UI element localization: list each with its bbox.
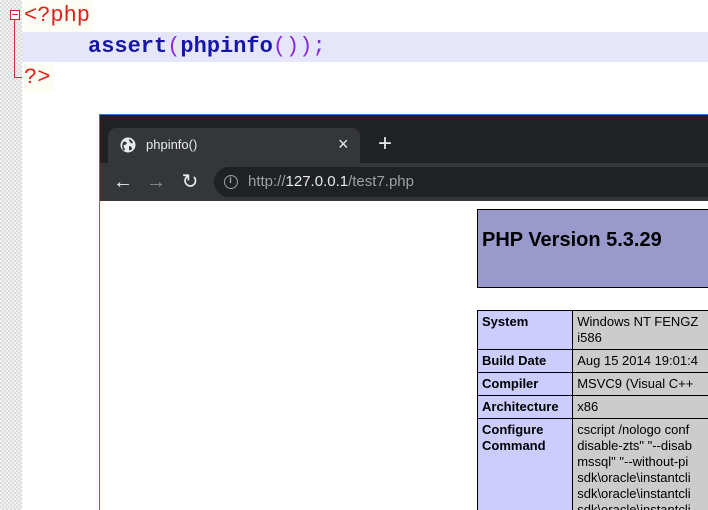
page-title: PHP Version 5.3.29 (482, 229, 662, 251)
php-version-header: PHP Version 5.3.29 (477, 209, 708, 288)
open-paren: ( (167, 34, 181, 59)
info-icon[interactable] (224, 175, 238, 189)
table-row: Build Date Aug 15 2014 19:01:4 (476, 349, 708, 373)
php-open-tag: <?php (24, 3, 91, 28)
row-value: x86 (572, 395, 708, 419)
code-line-3[interactable]: ?> (24, 63, 55, 93)
page-viewport: PHP Version 5.3.29 System Windows NT FEN… (100, 201, 708, 510)
row-label: Compiler (476, 372, 574, 396)
url-host: 127.0.0.1 (285, 173, 349, 190)
row-label: Architecture (476, 395, 574, 419)
table-row: Architecture x86 (476, 395, 708, 419)
tab-strip: phpinfo() × + (100, 115, 708, 163)
php-close-tag: ?> (24, 65, 51, 90)
semicolon: ; (312, 34, 326, 59)
code-line-1[interactable]: <?php (24, 1, 95, 31)
close-icon[interactable]: × (338, 134, 349, 154)
row-value: cscript /nologo conf disable-zts" "--dis… (572, 418, 708, 510)
fold-toggle-icon[interactable] (10, 10, 20, 20)
fold-guide-end (14, 77, 22, 78)
row-value: Windows NT FENGZ i586 (572, 310, 708, 350)
row-label: Configure Command (476, 418, 574, 510)
phpinfo-table: System Windows NT FENGZ i586 Build Date … (476, 310, 708, 510)
back-button[interactable]: ← (111, 170, 135, 194)
fold-guide-line (14, 20, 15, 78)
tab-phpinfo[interactable]: phpinfo() × (108, 128, 360, 163)
table-row: Compiler MSVC9 (Visual C++ (476, 372, 708, 396)
close-paren: ) (299, 34, 313, 59)
row-label: System (476, 310, 574, 350)
assert-function: assert (88, 34, 168, 59)
url-path: /test7.php (348, 173, 414, 190)
table-row: Configure Command cscript /nologo conf d… (476, 418, 708, 510)
reload-button[interactable]: ↻ (178, 170, 202, 194)
row-value: Aug 15 2014 19:01:4 (572, 349, 708, 373)
row-value: MSVC9 (Visual C++ (572, 372, 708, 396)
code-line-2[interactable]: assert(phpinfo()); (22, 32, 708, 62)
tab-title: phpinfo() (146, 137, 198, 152)
address-bar[interactable]: http://127.0.0.1/test7.php (214, 167, 708, 197)
url-text[interactable]: http://127.0.0.1/test7.php (248, 173, 414, 190)
table-row: System Windows NT FENGZ i586 (476, 310, 708, 350)
browser-window: phpinfo() × + ← → ↻ http://127.0.0.1/tes… (99, 114, 708, 510)
new-tab-button[interactable]: + (372, 132, 398, 158)
globe-icon (120, 137, 136, 153)
call-parens: () (272, 34, 300, 59)
forward-button[interactable]: → (144, 170, 168, 194)
browser-toolbar: ← → ↻ http://127.0.0.1/test7.php (100, 163, 708, 201)
row-label: Build Date (476, 349, 574, 373)
url-scheme: http:// (248, 173, 286, 190)
phpinfo-function: phpinfo (180, 34, 273, 59)
